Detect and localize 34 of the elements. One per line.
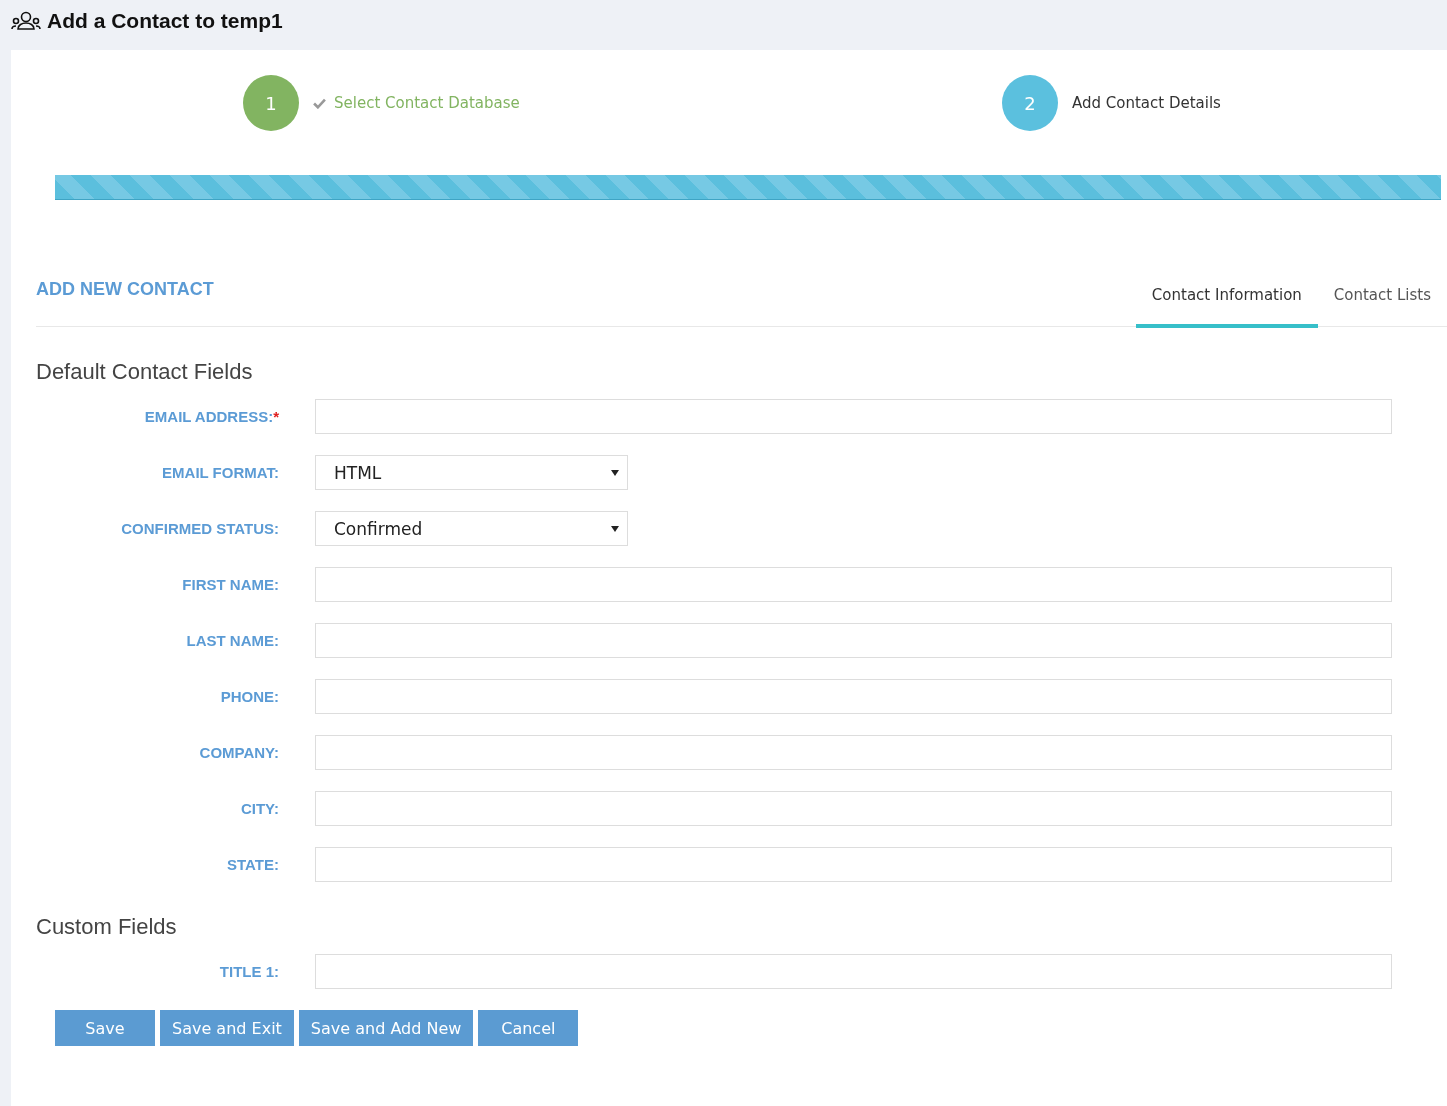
users-icon [11, 11, 41, 31]
step-number: 2 [1002, 75, 1058, 131]
caret-icon [611, 469, 619, 476]
dropdown[interactable]: HTML [315, 455, 628, 490]
step-number: 1 [243, 75, 299, 131]
input-field[interactable] [315, 399, 1392, 434]
field-label: EMAIL FORMAT: [161, 464, 279, 481]
field-label: TITLE 1: [218, 963, 279, 980]
section-title: ADD NEW CONTACT [36, 279, 214, 301]
field-label: EMAIL ADDRESS:* [143, 408, 279, 425]
field-label: LAST NAME: [185, 632, 279, 649]
page-title: Add a Contact to temp1 [47, 9, 283, 33]
tab[interactable]: Contact Lists [1317, 286, 1447, 328]
input-field[interactable] [315, 735, 1392, 770]
input-field[interactable] [315, 954, 1392, 989]
input-field[interactable] [315, 679, 1392, 714]
step-label: Select Contact Database [334, 94, 520, 112]
field-label: COMPANY: [198, 744, 279, 761]
dropdown[interactable]: Confirmed [315, 511, 628, 546]
input-field[interactable] [315, 623, 1392, 658]
caret-icon [611, 525, 619, 532]
field-label: CONFIRMED STATUS: [120, 520, 279, 537]
field-label: CITY: [239, 800, 279, 817]
input-field[interactable] [315, 791, 1392, 826]
group-title: Custom Fields [36, 914, 178, 940]
tab[interactable]: Contact Information [1135, 286, 1318, 328]
input-field[interactable] [315, 847, 1392, 882]
field-label: STATE: [226, 856, 279, 873]
field-label: PHONE: [219, 688, 279, 705]
input-field[interactable] [315, 567, 1392, 602]
check-icon [313, 97, 326, 109]
step-label: Add Contact Details [1072, 94, 1221, 112]
group-title: Default Contact Fields [36, 359, 254, 385]
field-label: FIRST NAME: [181, 576, 279, 593]
